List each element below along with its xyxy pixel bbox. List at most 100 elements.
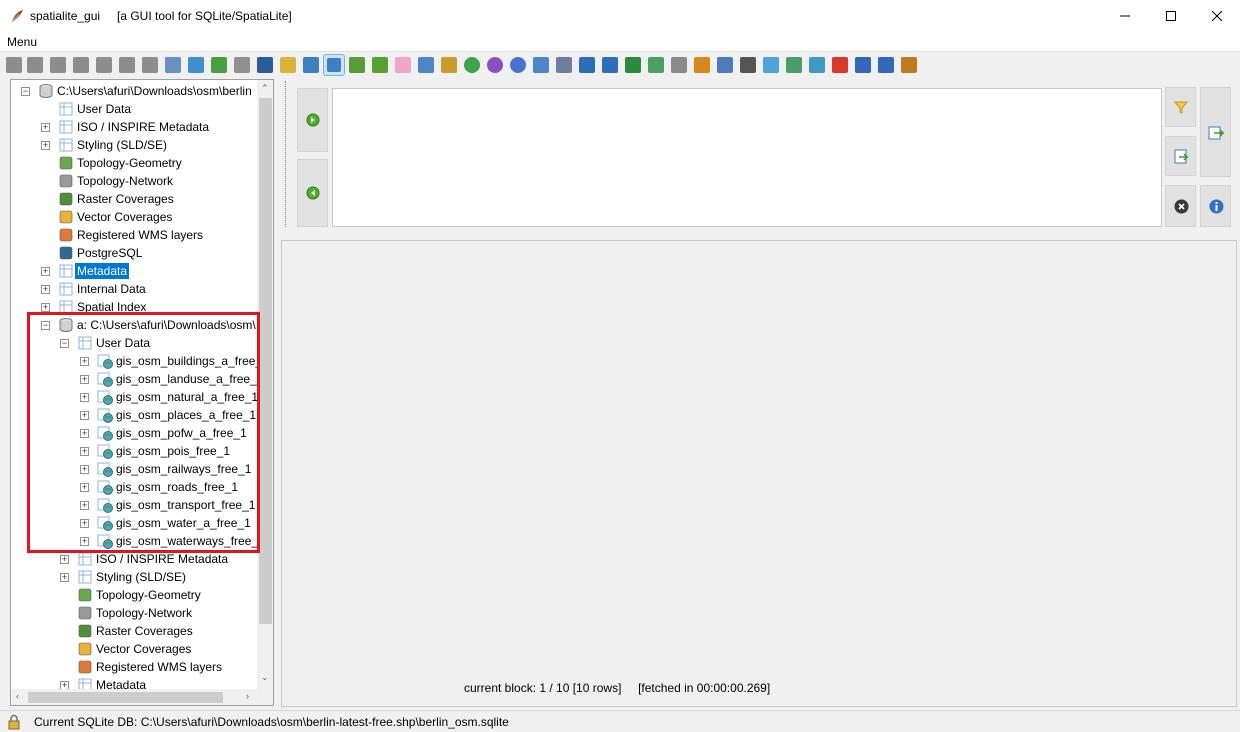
- load-shp-button[interactable]: [211, 57, 227, 73]
- expand-toggle[interactable]: +: [60, 573, 69, 582]
- minimize-button[interactable]: [1102, 0, 1148, 32]
- panel-grip[interactable]: [285, 81, 288, 227]
- save-memory-button[interactable]: [96, 57, 112, 73]
- tree-item[interactable]: Topology-Geometry: [11, 586, 256, 604]
- pdf-button[interactable]: [832, 57, 848, 73]
- expand-toggle[interactable]: +: [41, 267, 50, 276]
- excel-icon: [625, 57, 641, 73]
- globe-button[interactable]: [809, 57, 825, 73]
- tree-item-label: Styling (SLD/SE): [96, 570, 187, 584]
- expand-toggle[interactable]: +: [41, 285, 50, 294]
- eye-button[interactable]: [671, 57, 687, 73]
- pdf-icon: [832, 57, 848, 73]
- tree-item[interactable]: Registered WMS layers: [11, 226, 256, 244]
- create-db-button[interactable]: [50, 57, 66, 73]
- tree-item[interactable]: − C:\Users\afuri\Downloads\osm\berlin: [11, 82, 256, 100]
- tree-item[interactable]: Topology-Geometry: [11, 154, 256, 172]
- wms-icon: [58, 227, 74, 243]
- tree-item[interactable]: + Metadata: [11, 262, 256, 280]
- postgres-button[interactable]: [257, 57, 273, 73]
- grid-button[interactable]: [648, 57, 664, 73]
- scroll-up-icon[interactable]: ⌃: [261, 83, 269, 94]
- tree-item-label: Raster Coverages: [96, 624, 193, 638]
- layers-button[interactable]: [694, 57, 710, 73]
- disconnect-button[interactable]: [27, 57, 43, 73]
- tree-horizontal-thumb[interactable]: [28, 692, 223, 703]
- expand-toggle[interactable]: +: [41, 303, 50, 312]
- memory-new-button[interactable]: [142, 57, 158, 73]
- tree-button[interactable]: [349, 57, 365, 73]
- clear-sql-button[interactable]: [1165, 185, 1196, 227]
- exit-button[interactable]: [901, 57, 917, 73]
- export-doc-button[interactable]: [441, 57, 457, 73]
- tree-item[interactable]: + ISO / INSPIRE Metadata: [11, 118, 256, 136]
- zoom-button[interactable]: [280, 57, 296, 73]
- history-back-button[interactable]: [297, 159, 328, 227]
- tree-item-label: Vector Coverages: [77, 210, 173, 224]
- info-button[interactable]: [878, 57, 894, 73]
- memory-load-button[interactable]: [119, 57, 135, 73]
- sql-editor[interactable]: [332, 88, 1162, 227]
- wms-button[interactable]: [763, 57, 779, 73]
- table-icon: [77, 551, 93, 567]
- scroll-left-icon[interactable]: ‹: [16, 691, 19, 701]
- help-button[interactable]: [855, 57, 871, 73]
- tree-item[interactable]: Raster Coverages: [11, 622, 256, 640]
- tree-item[interactable]: + Internal Data: [11, 280, 256, 298]
- import-button[interactable]: [418, 57, 434, 73]
- close-button[interactable]: [1194, 0, 1240, 32]
- load-sql-button[interactable]: [1165, 136, 1196, 176]
- doc-button[interactable]: [533, 57, 549, 73]
- tree-horizontal-scrollbar[interactable]: ‹ ›: [11, 689, 273, 705]
- export-doc-icon: [441, 57, 457, 73]
- tree-item-label: PostgreSQL: [77, 246, 143, 260]
- tree-item[interactable]: + Styling (SLD/SE): [11, 136, 256, 154]
- history-forward-button[interactable]: [297, 88, 328, 152]
- tree-item[interactable]: Topology-Network: [11, 172, 256, 190]
- vacuum-button[interactable]: [165, 57, 181, 73]
- table-button[interactable]: [602, 57, 618, 73]
- scroll-down-icon[interactable]: ⌄: [261, 672, 269, 683]
- expand-toggle[interactable]: +: [60, 555, 69, 564]
- blue-circle-button[interactable]: [510, 57, 526, 73]
- memory-db-button[interactable]: [73, 57, 89, 73]
- green-circle-button[interactable]: [464, 57, 480, 73]
- execute-sql-button[interactable]: [1200, 87, 1231, 177]
- tree-item[interactable]: Raster Coverages: [11, 190, 256, 208]
- load-shp-icon: [211, 57, 227, 73]
- grid-icon: [648, 57, 664, 73]
- menu-item[interactable]: Menu: [7, 35, 37, 49]
- tree-item[interactable]: Registered WMS layers: [11, 658, 256, 676]
- expand-toggle[interactable]: +: [41, 141, 50, 150]
- tree-item[interactable]: + Styling (SLD/SE): [11, 568, 256, 586]
- scroll-right-icon[interactable]: ›: [246, 691, 249, 701]
- maximize-button[interactable]: [1148, 0, 1194, 32]
- pink-button[interactable]: [395, 57, 411, 73]
- title-bar: spatialite_gui [a GUI tool for SQLite/Sp…: [0, 0, 1240, 32]
- text-button[interactable]: [740, 57, 756, 73]
- filter-button[interactable]: [1165, 87, 1196, 127]
- highlight-rectangle: [27, 312, 260, 553]
- query-view-button[interactable]: [303, 57, 319, 73]
- expand-toggle[interactable]: +: [41, 123, 50, 132]
- map-button[interactable]: [323, 54, 345, 76]
- app-window: spatialite_gui [a GUI tool for SQLite/Sp…: [0, 0, 1240, 732]
- purple-circle-button[interactable]: [487, 57, 503, 73]
- copy-button[interactable]: [717, 57, 733, 73]
- tree-item[interactable]: PostgreSQL: [11, 244, 256, 262]
- db-button[interactable]: [556, 57, 572, 73]
- info-button[interactable]: [1200, 185, 1231, 227]
- export-button[interactable]: [234, 57, 250, 73]
- tree-item[interactable]: Vector Coverages: [11, 640, 256, 658]
- tree-item[interactable]: Topology-Network: [11, 604, 256, 622]
- tree-vertical-thumb[interactable]: [259, 98, 272, 624]
- tree-item[interactable]: User Data: [11, 100, 256, 118]
- sql-script-button[interactable]: [188, 57, 204, 73]
- excel-button[interactable]: [625, 57, 641, 73]
- tree-item[interactable]: Vector Coverages: [11, 208, 256, 226]
- collapse-toggle[interactable]: −: [21, 87, 30, 96]
- connect-button[interactable]: [6, 57, 22, 73]
- page-button[interactable]: [579, 57, 595, 73]
- network-button[interactable]: [786, 57, 802, 73]
- bug-button[interactable]: [372, 57, 388, 73]
